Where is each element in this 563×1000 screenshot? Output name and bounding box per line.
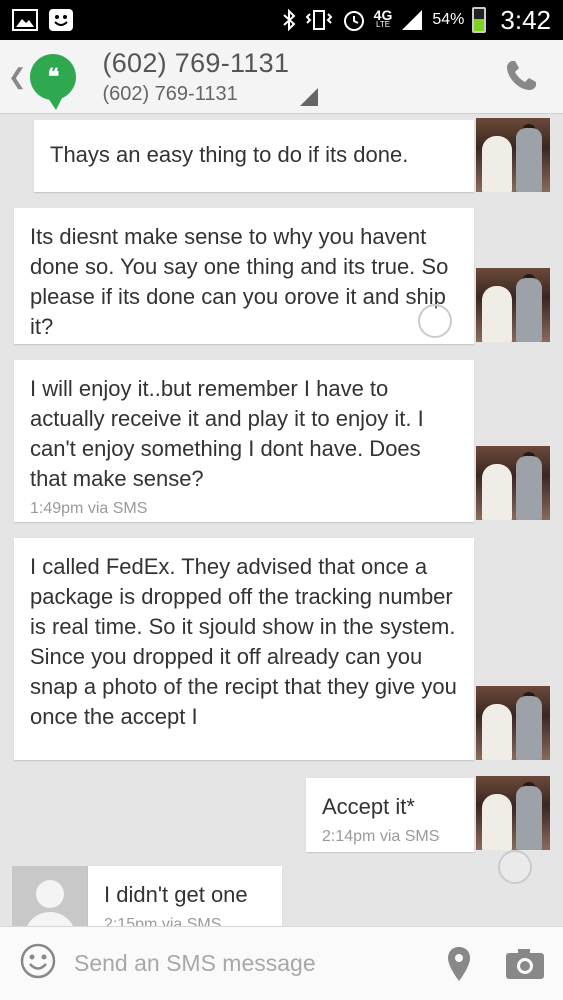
contact-subtitle[interactable]: (602) 769-1131 [102, 83, 289, 106]
location-pin-icon[interactable] [446, 945, 472, 988]
dropdown-corner-icon[interactable] [300, 88, 318, 106]
user-avatar[interactable] [476, 686, 550, 760]
smiley-notification-icon [48, 8, 74, 32]
message-text: Accept it* [322, 794, 415, 819]
back-chevron-icon[interactable]: ❮ [8, 64, 26, 90]
incoming-message[interactable]: I didn't get one 2:15pm via SMS [88, 866, 282, 926]
user-avatar[interactable] [476, 268, 550, 342]
message-text: I will enjoy it..but remember I have to … [30, 376, 424, 491]
hangouts-logo-icon[interactable]: ❝ [30, 53, 77, 110]
message-timestamp: 2:15pm via SMS [104, 916, 222, 926]
read-receipt-icon [418, 304, 452, 338]
message-text: Its diesnt make sense to why you havent … [30, 224, 449, 339]
battery-percent: 54% [432, 11, 465, 28]
outgoing-message[interactable]: I will enjoy it..but remember I have to … [14, 360, 474, 522]
clock: 3:42 [500, 4, 551, 35]
read-receipt-icon [498, 850, 532, 884]
battery-icon [472, 7, 487, 33]
message-timestamp: 1:49pm via SMS [30, 500, 148, 517]
contact-titles: (602) 769-1131 (602) 769-1131 [102, 48, 289, 106]
user-avatar[interactable] [476, 118, 550, 192]
outgoing-message[interactable]: I called FedEx. They advised that once a… [14, 538, 474, 760]
outgoing-message[interactable]: Thays an easy thing to do if its done. [34, 120, 474, 192]
outgoing-message[interactable]: Its diesnt make sense to why you havent … [14, 208, 474, 344]
bluetooth-icon [282, 8, 296, 32]
outgoing-message[interactable]: Accept it* 2:14pm via SMS [306, 778, 474, 852]
message-list[interactable]: Thays an easy thing to do if its done. I… [0, 114, 563, 926]
vibrate-icon [304, 8, 334, 32]
message-text: Thays an easy thing to do if its done. [50, 142, 409, 167]
user-avatar[interactable] [476, 776, 550, 850]
phone-icon[interactable] [503, 58, 539, 99]
user-avatar[interactable] [476, 446, 550, 520]
message-text: I didn't get one [104, 882, 248, 907]
gallery-icon [12, 8, 38, 32]
sms-message-input[interactable] [74, 950, 404, 977]
network-type-indicator: 4G LTE [373, 7, 393, 29]
conversation-header: ❮ ❝ (602) 769-1131 (602) 769-1131 [0, 40, 563, 114]
message-text: I called FedEx. They advised that once a… [30, 554, 457, 729]
emoji-icon[interactable] [20, 943, 56, 984]
message-composer [0, 926, 563, 1000]
message-timestamp: 2:14pm via SMS [322, 828, 440, 845]
alarm-icon [342, 8, 366, 32]
contact-avatar[interactable] [12, 866, 88, 926]
camera-icon[interactable] [504, 947, 546, 986]
contact-title: (602) 769-1131 [102, 47, 290, 78]
status-bar: 4G LTE 54% 3:42 [0, 0, 563, 40]
signal-icon [400, 8, 424, 32]
